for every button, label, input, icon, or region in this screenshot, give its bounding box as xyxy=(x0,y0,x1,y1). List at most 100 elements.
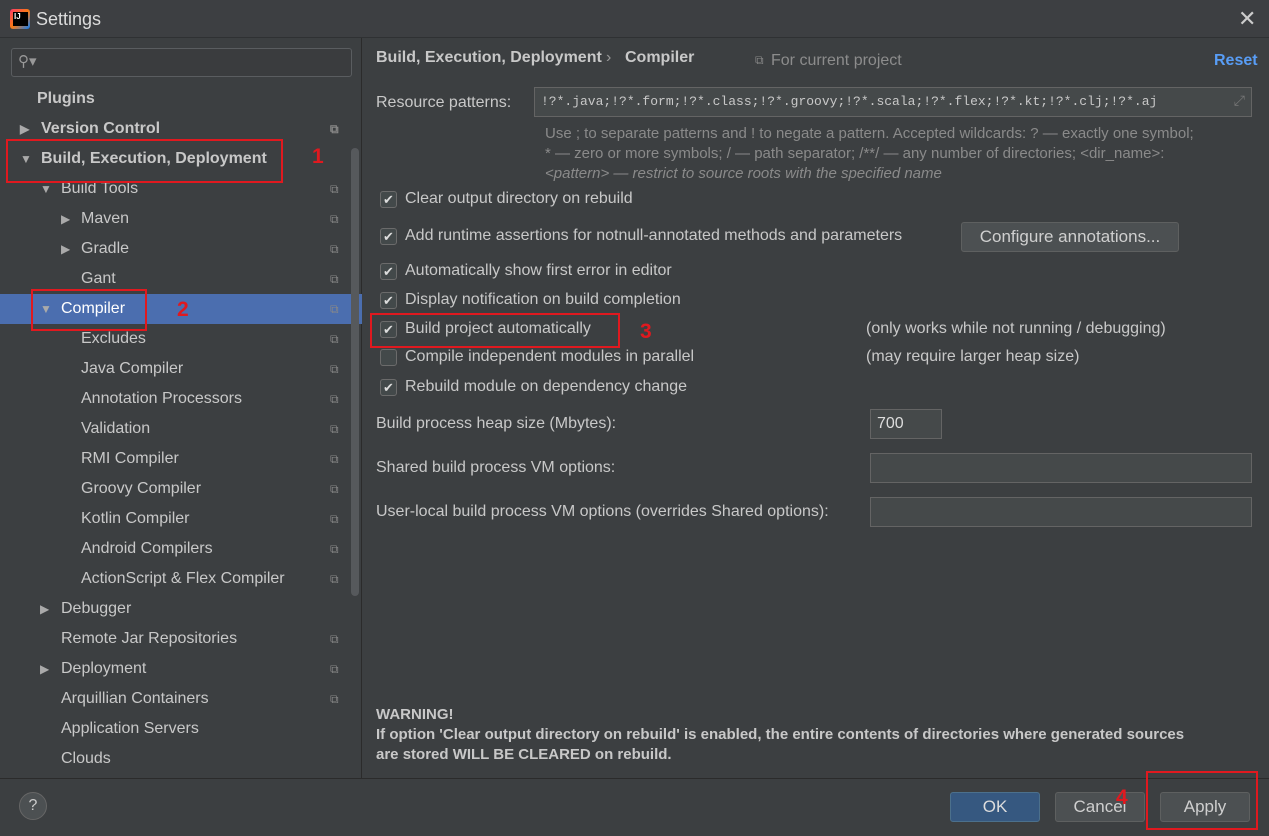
search-input[interactable]: ⚲▾ xyxy=(11,48,352,77)
heap-size-input[interactable]: 700 xyxy=(870,409,942,439)
annotation-box-3 xyxy=(370,313,620,348)
project-scope-icon: ⧉ xyxy=(330,272,339,286)
project-scope-icon: ⧉ xyxy=(755,53,764,67)
tree-item-label: RMI Compiler xyxy=(81,450,179,467)
annotation-number-3: 3 xyxy=(640,320,652,343)
tree-item-label: Debugger xyxy=(61,600,132,617)
option-label[interactable]: Display notification on build completion xyxy=(405,291,681,309)
project-scope-icon: ⧉ xyxy=(330,662,339,676)
help-button[interactable]: ? xyxy=(19,792,47,820)
scope-label: For current project xyxy=(771,52,902,69)
project-scope-icon: ⧉ xyxy=(330,182,339,196)
sidebar-scrollbar[interactable] xyxy=(351,148,359,596)
shared-vm-input[interactable] xyxy=(870,453,1252,483)
checkbox[interactable]: ✔ xyxy=(380,228,397,245)
close-icon[interactable]: ✕ xyxy=(1238,6,1256,32)
breadcrumb-separator: › xyxy=(606,49,612,66)
project-scope-icon: ⧉ xyxy=(330,572,339,586)
tree-item[interactable]: Android Compilers ⧉ xyxy=(0,534,350,564)
tree-item-label: Maven xyxy=(81,210,130,227)
cancel-button[interactable]: Cancel xyxy=(1055,792,1145,822)
breadcrumb-current: Compiler xyxy=(625,49,695,66)
tree-item-label: Kotlin Compiler xyxy=(81,510,190,527)
warning-title: WARNING! xyxy=(376,706,454,723)
option-note: (only works while not running / debuggin… xyxy=(866,320,1166,337)
checkbox[interactable]: ✔ xyxy=(380,292,397,309)
local-vm-input[interactable] xyxy=(870,497,1252,527)
tree-item[interactable]: Remote Jar Repositories ⧉ xyxy=(0,624,350,654)
tree-item[interactable]: Java Compiler ⧉ xyxy=(0,354,350,384)
configure-annotations-button[interactable]: Configure annotations... xyxy=(961,222,1179,252)
tree-item-label: Groovy Compiler xyxy=(81,480,202,497)
option-label[interactable]: Rebuild module on dependency change xyxy=(405,378,687,396)
window-title: Settings xyxy=(36,9,102,29)
ok-button[interactable]: OK xyxy=(950,792,1040,822)
annotation-box-4 xyxy=(1146,771,1258,830)
tree-item[interactable]: Application Servers xyxy=(0,714,350,744)
tree-item[interactable]: Plugins xyxy=(0,84,350,114)
resource-hint-2: * — zero or more symbols; / — path separ… xyxy=(545,145,1165,162)
search-icon: ⚲▾ xyxy=(18,53,37,70)
tree-item-label: Gradle xyxy=(81,240,130,257)
option-label[interactable]: Add runtime assertions for notnull-annot… xyxy=(405,227,902,245)
local-vm-label: User-local build process VM options (ove… xyxy=(376,503,829,520)
tree-item[interactable]: ▶ Maven ⧉ xyxy=(0,204,350,234)
shared-vm-label: Shared build process VM options: xyxy=(376,459,616,476)
tree-item[interactable]: ▶ Deployment ⧉ xyxy=(0,654,350,684)
tree-item[interactable]: ▶ Gradle ⧉ xyxy=(0,234,350,264)
project-scope-icon: ⧉ xyxy=(330,362,339,376)
tree-item[interactable]: ▶ Debugger xyxy=(0,594,350,624)
project-scope-icon: ⧉ xyxy=(330,542,339,556)
project-scope-icon: ⧉ xyxy=(330,512,339,526)
project-scope-icon: ⧉ xyxy=(330,482,339,496)
project-scope-icon: ⧉ xyxy=(330,392,339,406)
project-scope-icon: ⧉ xyxy=(330,452,339,466)
option-label[interactable]: Compile independent modules in parallel xyxy=(405,348,694,366)
warning-line-2: are stored WILL BE CLEARED on rebuild. xyxy=(376,746,672,763)
reset-link[interactable]: Reset xyxy=(1214,52,1258,70)
collapsed-arrow-icon[interactable]: ▶ xyxy=(61,204,70,234)
annotation-box-2 xyxy=(31,289,147,331)
checkbox[interactable]: ✔ xyxy=(380,263,397,280)
option-note: (may require larger heap size) xyxy=(866,348,1080,365)
collapsed-arrow-icon[interactable]: ▶ xyxy=(40,654,49,684)
collapsed-arrow-icon[interactable]: ▶ xyxy=(40,594,49,624)
checkbox[interactable]: ✔ xyxy=(380,379,397,396)
option-label[interactable]: Automatically show first error in editor xyxy=(405,262,672,280)
tree-item-label: Validation xyxy=(81,420,151,437)
project-scope-icon: ⧉ xyxy=(330,122,339,136)
tree-item[interactable]: Validation ⧉ xyxy=(0,414,350,444)
project-scope-icon: ⧉ xyxy=(330,242,339,256)
resource-patterns-label: Resource patterns: xyxy=(376,94,512,111)
project-scope-icon: ⧉ xyxy=(330,332,339,346)
tree-item-label: Annotation Processors xyxy=(81,390,242,407)
collapsed-arrow-icon[interactable]: ▶ xyxy=(61,234,70,264)
tree-item[interactable]: Annotation Processors ⧉ xyxy=(0,384,350,414)
heap-size-value: 700 xyxy=(877,415,904,432)
tree-item-label: Clouds xyxy=(61,750,111,767)
tree-item-label: Remote Jar Repositories xyxy=(61,630,238,647)
tree-item[interactable]: Arquillian Containers ⧉ xyxy=(0,684,350,714)
tree-item-label: Arquillian Containers xyxy=(61,690,209,707)
annotation-number-4: 4 xyxy=(1116,786,1128,809)
tree-item[interactable]: Groovy Compiler ⧉ xyxy=(0,474,350,504)
resource-hint-1: Use ; to separate patterns and ! to nega… xyxy=(545,125,1194,142)
resource-patterns-value: !?*.java;!?*.form;!?*.class;!?*.groovy;!… xyxy=(541,94,1158,109)
resource-patterns-input[interactable]: !?*.java;!?*.form;!?*.class;!?*.groovy;!… xyxy=(534,87,1252,117)
option-label[interactable]: Clear output directory on rebuild xyxy=(405,190,633,208)
tree-item-label: Plugins xyxy=(37,90,95,107)
tree-item-label: ActionScript & Flex Compiler xyxy=(81,570,285,587)
project-scope-icon: ⧉ xyxy=(330,212,339,226)
checkbox[interactable] xyxy=(380,349,397,366)
annotation-number-1: 1 xyxy=(312,145,324,168)
intellij-logo-icon xyxy=(10,9,30,29)
title-bar: Settings ✕ xyxy=(0,0,1269,38)
tree-item[interactable]: Kotlin Compiler ⧉ xyxy=(0,504,350,534)
tree-item[interactable]: ActionScript & Flex Compiler ⧉ xyxy=(0,564,350,594)
tree-item[interactable]: Clouds xyxy=(0,744,350,774)
checkbox[interactable]: ✔ xyxy=(380,191,397,208)
tree-item-label: Application Servers xyxy=(61,720,199,737)
expand-icon[interactable]: ⤢ xyxy=(1234,92,1245,109)
tree-item[interactable]: RMI Compiler ⧉ xyxy=(0,444,350,474)
breadcrumb-parent[interactable]: Build, Execution, Deployment xyxy=(376,49,602,67)
